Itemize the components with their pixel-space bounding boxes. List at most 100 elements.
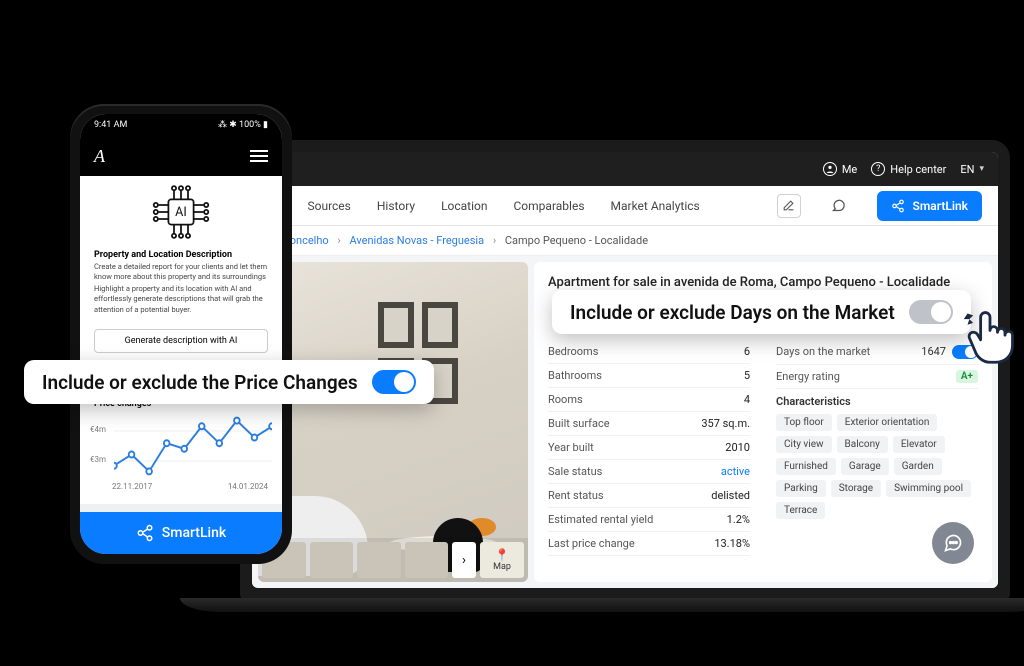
comment-icon[interactable] bbox=[827, 194, 851, 218]
user-icon bbox=[823, 162, 837, 176]
share-icon bbox=[891, 199, 905, 213]
callout-days-text: Include or exclude Days on the Market bbox=[570, 301, 895, 324]
photo-thumbnails: › 📍 Map bbox=[258, 538, 528, 582]
detail-row: Days on the market 1647 bbox=[776, 340, 978, 365]
toggle-days-on-market[interactable] bbox=[909, 300, 953, 324]
detail-key: Last price change bbox=[548, 537, 635, 550]
tab-bar: on Sources History Location Comparables … bbox=[252, 186, 998, 226]
detail-row: Bedrooms 6 bbox=[548, 340, 750, 364]
detail-value: 1647 bbox=[921, 345, 946, 358]
language-switch[interactable]: EN ▾ bbox=[960, 163, 984, 176]
characteristic-chip: Garage bbox=[841, 458, 889, 475]
detail-value: 13.18% bbox=[714, 537, 750, 550]
me-menu[interactable]: Me bbox=[823, 162, 857, 176]
y-tick-4m: €4m bbox=[90, 425, 106, 434]
phone-header: A bbox=[80, 136, 282, 176]
help-center[interactable]: ? Help center bbox=[871, 162, 946, 176]
detail-key: Estimated rental yield bbox=[548, 513, 653, 526]
detail-value: 5 bbox=[744, 369, 750, 382]
details-left-col: Bedrooms 6Bathrooms 5Rooms 4Built surfac… bbox=[548, 340, 750, 556]
smartlink-button[interactable]: SmartLink bbox=[877, 191, 982, 221]
characteristic-chip: Elevator bbox=[893, 436, 945, 453]
detail-key: Sale status bbox=[548, 465, 602, 478]
characteristics-chips: Top floorExterior orientationCity viewBa… bbox=[776, 414, 978, 519]
ai-heading: Property and Location Description bbox=[94, 250, 268, 260]
detail-row: Year built 2010 bbox=[548, 436, 750, 460]
help-icon: ? bbox=[871, 162, 885, 176]
cursor-hand-icon bbox=[960, 306, 1020, 366]
breadcrumb: n - Concelho › Avenidas Novas - Freguesi… bbox=[252, 226, 998, 256]
characteristic-chip: Balcony bbox=[837, 436, 888, 453]
property-photo[interactable]: › 📍 Map bbox=[258, 262, 528, 582]
y-tick-3m: €3m bbox=[90, 455, 106, 464]
detail-key: Rent status bbox=[548, 489, 604, 502]
thumbs-map[interactable]: 📍 Map bbox=[480, 542, 524, 578]
tab-comparables[interactable]: Comparables bbox=[514, 199, 585, 213]
listing-title: Apartment for sale in avenida de Roma, C… bbox=[548, 274, 978, 292]
detail-value: 357 sq.m. bbox=[701, 417, 750, 430]
detail-row: Built surface 357 sq.m. bbox=[548, 412, 750, 436]
help-label: Help center bbox=[890, 163, 946, 176]
detail-value[interactable]: active bbox=[721, 465, 750, 478]
status-time: 9:41 AM bbox=[94, 120, 127, 130]
chat-bubble[interactable] bbox=[932, 522, 974, 564]
tab-sources[interactable]: Sources bbox=[307, 199, 350, 213]
crumb-2[interactable]: Avenidas Novas - Freguesia bbox=[349, 234, 484, 247]
detail-row: Estimated rental yield 1.2% bbox=[548, 508, 750, 532]
thumb[interactable] bbox=[405, 542, 449, 578]
tab-market[interactable]: Market Analytics bbox=[611, 199, 700, 213]
thumb[interactable] bbox=[357, 542, 401, 578]
phone-smartlink-label: SmartLink bbox=[162, 525, 226, 541]
hamburger-icon[interactable] bbox=[250, 150, 268, 162]
chevron-down-icon: ▾ bbox=[979, 164, 984, 174]
callout-price-changes: Include or exclude the Price Changes bbox=[24, 360, 434, 404]
phone-screen: 9:41 AM ⁂ ✱ 100% ▮ A AI Property and Loc… bbox=[80, 114, 282, 554]
tab-history[interactable]: History bbox=[377, 199, 415, 213]
phone-smartlink-button[interactable]: SmartLink bbox=[80, 512, 282, 554]
ai-paragraph-1: Create a detailed report for your client… bbox=[94, 262, 268, 282]
detail-row: Sale status active bbox=[548, 460, 750, 484]
edit-icon[interactable] bbox=[777, 194, 801, 218]
laptop-base bbox=[180, 598, 1024, 612]
detail-row: Bathrooms 5 bbox=[548, 364, 750, 388]
ai-chip-icon: AI bbox=[138, 184, 224, 244]
phone-status-bar: 9:41 AM ⁂ ✱ 100% ▮ bbox=[80, 114, 282, 136]
x-tick-start: 22.11.2017 bbox=[112, 482, 152, 491]
characteristic-chip: Terrace bbox=[776, 502, 825, 519]
characteristic-chip: Top floor bbox=[776, 414, 832, 431]
detail-key: Bathrooms bbox=[548, 369, 602, 382]
detail-key: Energy rating bbox=[776, 370, 840, 383]
crumb-3: Campo Pequeno - Localidade bbox=[505, 234, 648, 247]
thumbs-next[interactable]: › bbox=[452, 542, 476, 578]
characteristic-chip: Garden bbox=[894, 458, 942, 475]
detail-row: Rooms 4 bbox=[548, 388, 750, 412]
lang-code: EN bbox=[960, 163, 974, 176]
toggle-price-changes[interactable] bbox=[372, 370, 416, 394]
detail-key: Days on the market bbox=[776, 345, 870, 359]
detail-key: Built surface bbox=[548, 417, 610, 430]
generate-ai-button[interactable]: Generate description with AI bbox=[94, 329, 268, 353]
callout-price-text: Include or exclude the Price Changes bbox=[42, 371, 358, 394]
characteristic-chip: Swimming pool bbox=[886, 480, 971, 497]
characteristic-chip: Parking bbox=[776, 480, 826, 497]
chat-icon bbox=[943, 533, 963, 553]
status-battery: ⁂ ✱ 100% ▮ bbox=[218, 120, 268, 130]
detail-row: Energy rating A+ bbox=[776, 365, 978, 389]
characteristic-chip: Furnished bbox=[776, 458, 836, 475]
energy-badge: A+ bbox=[956, 370, 978, 383]
share-icon bbox=[136, 524, 154, 542]
detail-value: 6 bbox=[744, 345, 750, 358]
svg-text:AI: AI bbox=[175, 205, 187, 220]
smartlink-label: SmartLink bbox=[913, 199, 968, 213]
characteristic-chip: City view bbox=[776, 436, 832, 453]
detail-key: Bedrooms bbox=[548, 345, 598, 358]
phone-frame: 9:41 AM ⁂ ✱ 100% ▮ A AI Property and Loc… bbox=[70, 104, 292, 564]
app-logo[interactable]: A bbox=[94, 146, 105, 167]
price-changes-chart: €4m €3m 22.11.2017 14.01.2024 bbox=[90, 411, 272, 491]
thumb[interactable] bbox=[310, 542, 354, 578]
detail-row: Last price change 13.18% bbox=[548, 532, 750, 556]
app-topbar: Me ? Help center EN ▾ bbox=[252, 152, 998, 186]
ai-paragraph-2: Highlight a property and its location wi… bbox=[94, 284, 268, 314]
detail-key: Rooms bbox=[548, 393, 583, 406]
tab-location[interactable]: Location bbox=[441, 199, 487, 213]
